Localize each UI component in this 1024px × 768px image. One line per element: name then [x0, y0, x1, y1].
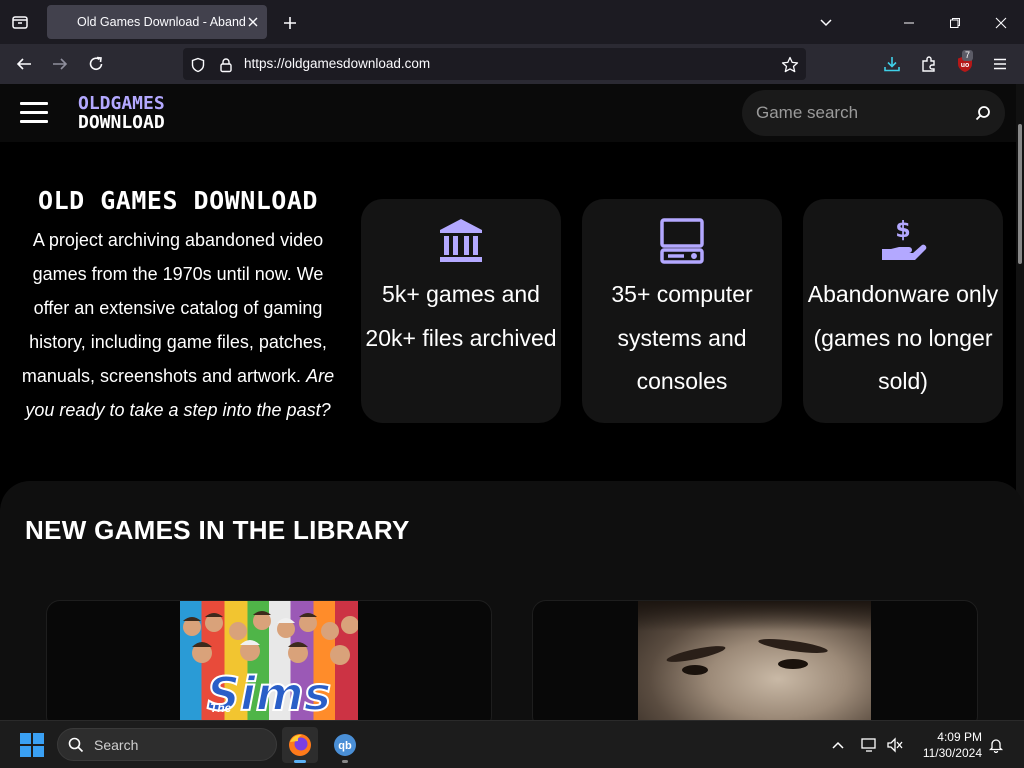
scrollbar-thumb[interactable] — [1018, 124, 1022, 264]
browser-tab-bar: Old Games Download - Abandonware Games — [0, 0, 1024, 44]
feature-card-abandonware: $ Abandonware only (games no longer sold… — [803, 199, 1003, 423]
bookmark-star-icon[interactable] — [781, 56, 799, 74]
svg-text:uo: uo — [961, 62, 970, 69]
tab-title: Old Games Download - Abandonware Games — [77, 15, 245, 29]
minimize-icon[interactable] — [898, 12, 920, 34]
windows-taskbar: Search qb 4:09 PM 11/30/2024 — [0, 720, 1024, 768]
site-header: OLDGAMES DOWNLOAD — [0, 84, 1016, 142]
new-tab-icon[interactable] — [279, 12, 301, 34]
back-icon[interactable] — [12, 52, 36, 76]
volume-muted-icon[interactable] — [885, 735, 905, 755]
menu-icon[interactable] — [988, 52, 1012, 76]
firefox-taskbar-icon[interactable] — [282, 727, 318, 763]
windows-start-icon[interactable] — [20, 733, 44, 757]
downloads-icon[interactable] — [880, 52, 904, 76]
notification-bell-icon[interactable] — [986, 735, 1006, 755]
search-icon[interactable] — [973, 103, 993, 123]
extensions-icon[interactable] — [917, 52, 941, 76]
display-icon[interactable] — [860, 735, 880, 755]
reload-icon[interactable] — [84, 52, 108, 76]
clock-time: 4:09 PM — [937, 730, 982, 744]
ublock-badge: 7 — [962, 50, 974, 61]
game-cover-image[interactable] — [638, 601, 871, 729]
game-cover-title: Sims — [206, 666, 332, 722]
game-card-the-sims[interactable]: Sims The — [46, 600, 492, 730]
search-icon — [68, 737, 84, 753]
url-text[interactable]: https://oldgamesdownload.com — [244, 56, 430, 71]
chevron-up-icon[interactable] — [828, 735, 848, 755]
intro-text: A project archiving abandoned video game… — [18, 223, 338, 427]
browser-nav-bar: https://oldgamesdownload.com uo 7 — [0, 44, 1024, 84]
feature-card-systems: 35+ computer systems and consoles — [582, 199, 782, 423]
game-search-input[interactable] — [756, 102, 966, 124]
qbittorrent-taskbar-icon[interactable]: qb — [327, 727, 363, 763]
game-cover-image[interactable]: Sims The — [180, 601, 358, 729]
shield-icon[interactable] — [189, 56, 207, 74]
forward-icon[interactable] — [48, 52, 72, 76]
site-logo[interactable]: OLDGAMES DOWNLOAD — [78, 94, 165, 132]
dollar-hand-icon: $ — [879, 217, 927, 265]
feature-text: 5k+ games and 20k+ files archived — [365, 281, 557, 351]
svg-text:$: $ — [895, 218, 910, 243]
close-window-icon[interactable] — [990, 12, 1012, 34]
hamburger-menu-icon[interactable] — [20, 102, 48, 124]
intro-title: OLD GAMES DOWNLOAD — [38, 186, 318, 215]
clock-date: 11/30/2024 — [922, 746, 982, 760]
new-games-section: NEW GAMES IN THE LIBRARY Sims The — [0, 481, 1024, 730]
taskbar-search-label: Search — [94, 737, 139, 753]
feature-text: 35+ computer systems and consoles — [611, 281, 753, 394]
game-cover-the: The — [210, 701, 232, 715]
restore-icon[interactable] — [944, 12, 966, 34]
taskbar-search[interactable]: Search — [57, 728, 277, 761]
url-bar[interactable]: https://oldgamesdownload.com — [183, 48, 806, 80]
section-title: NEW GAMES IN THE LIBRARY — [25, 515, 410, 545]
intro-description: A project archiving abandoned video game… — [21, 230, 327, 386]
computer-icon — [658, 217, 706, 265]
game-card-second[interactable] — [532, 600, 978, 730]
tab-list-icon[interactable] — [8, 10, 32, 34]
close-tab-icon[interactable] — [245, 14, 261, 30]
lock-icon[interactable] — [217, 56, 235, 74]
feature-card-games: 5k+ games and 20k+ files archived — [361, 199, 561, 423]
game-search-box — [742, 90, 1005, 136]
browser-tab[interactable]: Old Games Download - Abandonware Games — [47, 5, 267, 39]
taskbar-clock[interactable]: 4:09 PM 11/30/2024 — [912, 729, 982, 761]
chevron-down-icon[interactable] — [815, 12, 837, 34]
feature-text: Abandonware only (games no longer sold) — [807, 281, 999, 394]
museum-icon — [437, 217, 485, 265]
svg-text:qb: qb — [338, 740, 352, 752]
